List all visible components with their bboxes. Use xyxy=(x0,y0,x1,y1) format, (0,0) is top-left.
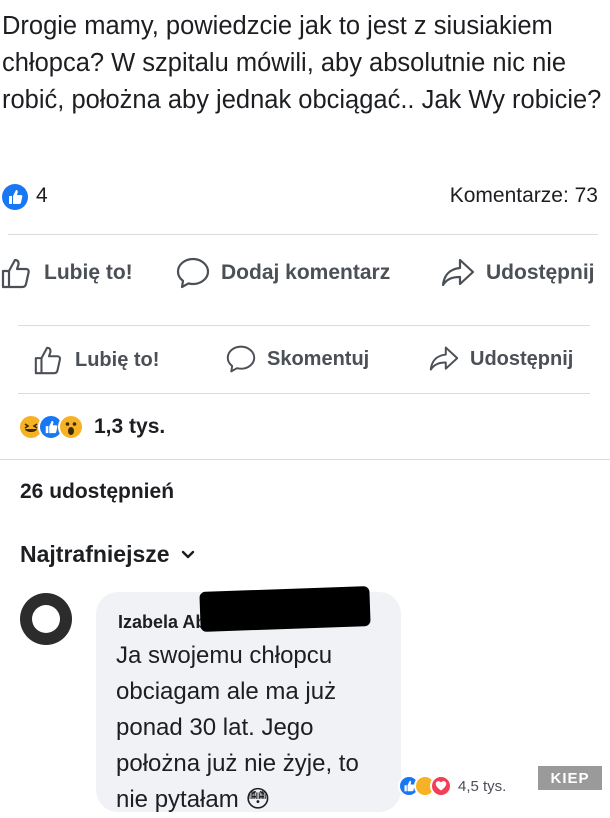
watermark-logo: KIEP xyxy=(536,764,604,792)
love-icon xyxy=(430,775,452,797)
like-label: Lubię to! xyxy=(44,261,133,284)
like-label: Lubię to! xyxy=(75,348,160,371)
post-meta-row: 4 Komentarze: 73 xyxy=(0,180,610,214)
comment-reactions[interactable]: 4,5 tys. xyxy=(398,775,506,797)
share-label: Udostępnij xyxy=(470,347,574,370)
share-arrow-icon xyxy=(429,346,459,371)
comment-icon xyxy=(226,345,256,373)
divider xyxy=(0,459,610,460)
post-text: Drogie mamy, powiedzcie jak to jest z si… xyxy=(2,12,602,114)
comment-sort-dropdown[interactable]: Najtrafniejsze xyxy=(20,541,196,568)
action-bar-1: Lubię to! Dodaj komentarz Udostępnij xyxy=(0,250,610,300)
wow-icon xyxy=(58,414,84,440)
divider xyxy=(18,393,590,394)
thumbs-up-icon xyxy=(34,346,62,375)
comment-icon xyxy=(176,257,210,289)
comment-text: Ja swojemu chłopcu obciagam ale ma już p… xyxy=(116,642,359,813)
share-arrow-icon xyxy=(441,258,475,287)
like-icon[interactable] xyxy=(2,184,28,210)
redaction-bar xyxy=(199,586,371,632)
chevron-down-icon xyxy=(181,550,194,558)
comment-label: Dodaj komentarz xyxy=(221,261,391,284)
reactions-count: 1,3 tys. xyxy=(94,415,166,438)
divider xyxy=(18,325,590,326)
reactions-summary[interactable]: 1,3 tys. xyxy=(18,410,165,444)
comment-label: Skomentuj xyxy=(267,347,370,370)
share-label: Udostępnij xyxy=(486,261,595,284)
avatar[interactable] xyxy=(20,593,72,645)
thumbs-up-icon xyxy=(1,258,30,289)
like-button[interactable]: Lubię to! xyxy=(33,344,159,376)
comment-button[interactable]: Skomentuj xyxy=(225,344,369,374)
action-bar-2: Lubię to! Skomentuj Udostępnij xyxy=(0,338,610,388)
divider xyxy=(8,234,598,235)
like-button[interactable]: Lubię to! xyxy=(0,256,133,290)
share-button[interactable]: Udostępnij xyxy=(440,256,595,290)
likes-count[interactable]: 4 xyxy=(36,184,48,208)
share-button[interactable]: Udostępnij xyxy=(428,344,573,374)
comment-reactions-count: 4,5 tys. xyxy=(458,777,507,795)
add-comment-button[interactable]: Dodaj komentarz xyxy=(175,256,390,290)
shares-count[interactable]: 26 udostępnień xyxy=(20,480,174,504)
avatar-blur xyxy=(32,605,60,633)
comments-count[interactable]: Komentarze: 73 xyxy=(450,184,598,208)
sort-label: Najtrafniejsze xyxy=(20,541,170,567)
